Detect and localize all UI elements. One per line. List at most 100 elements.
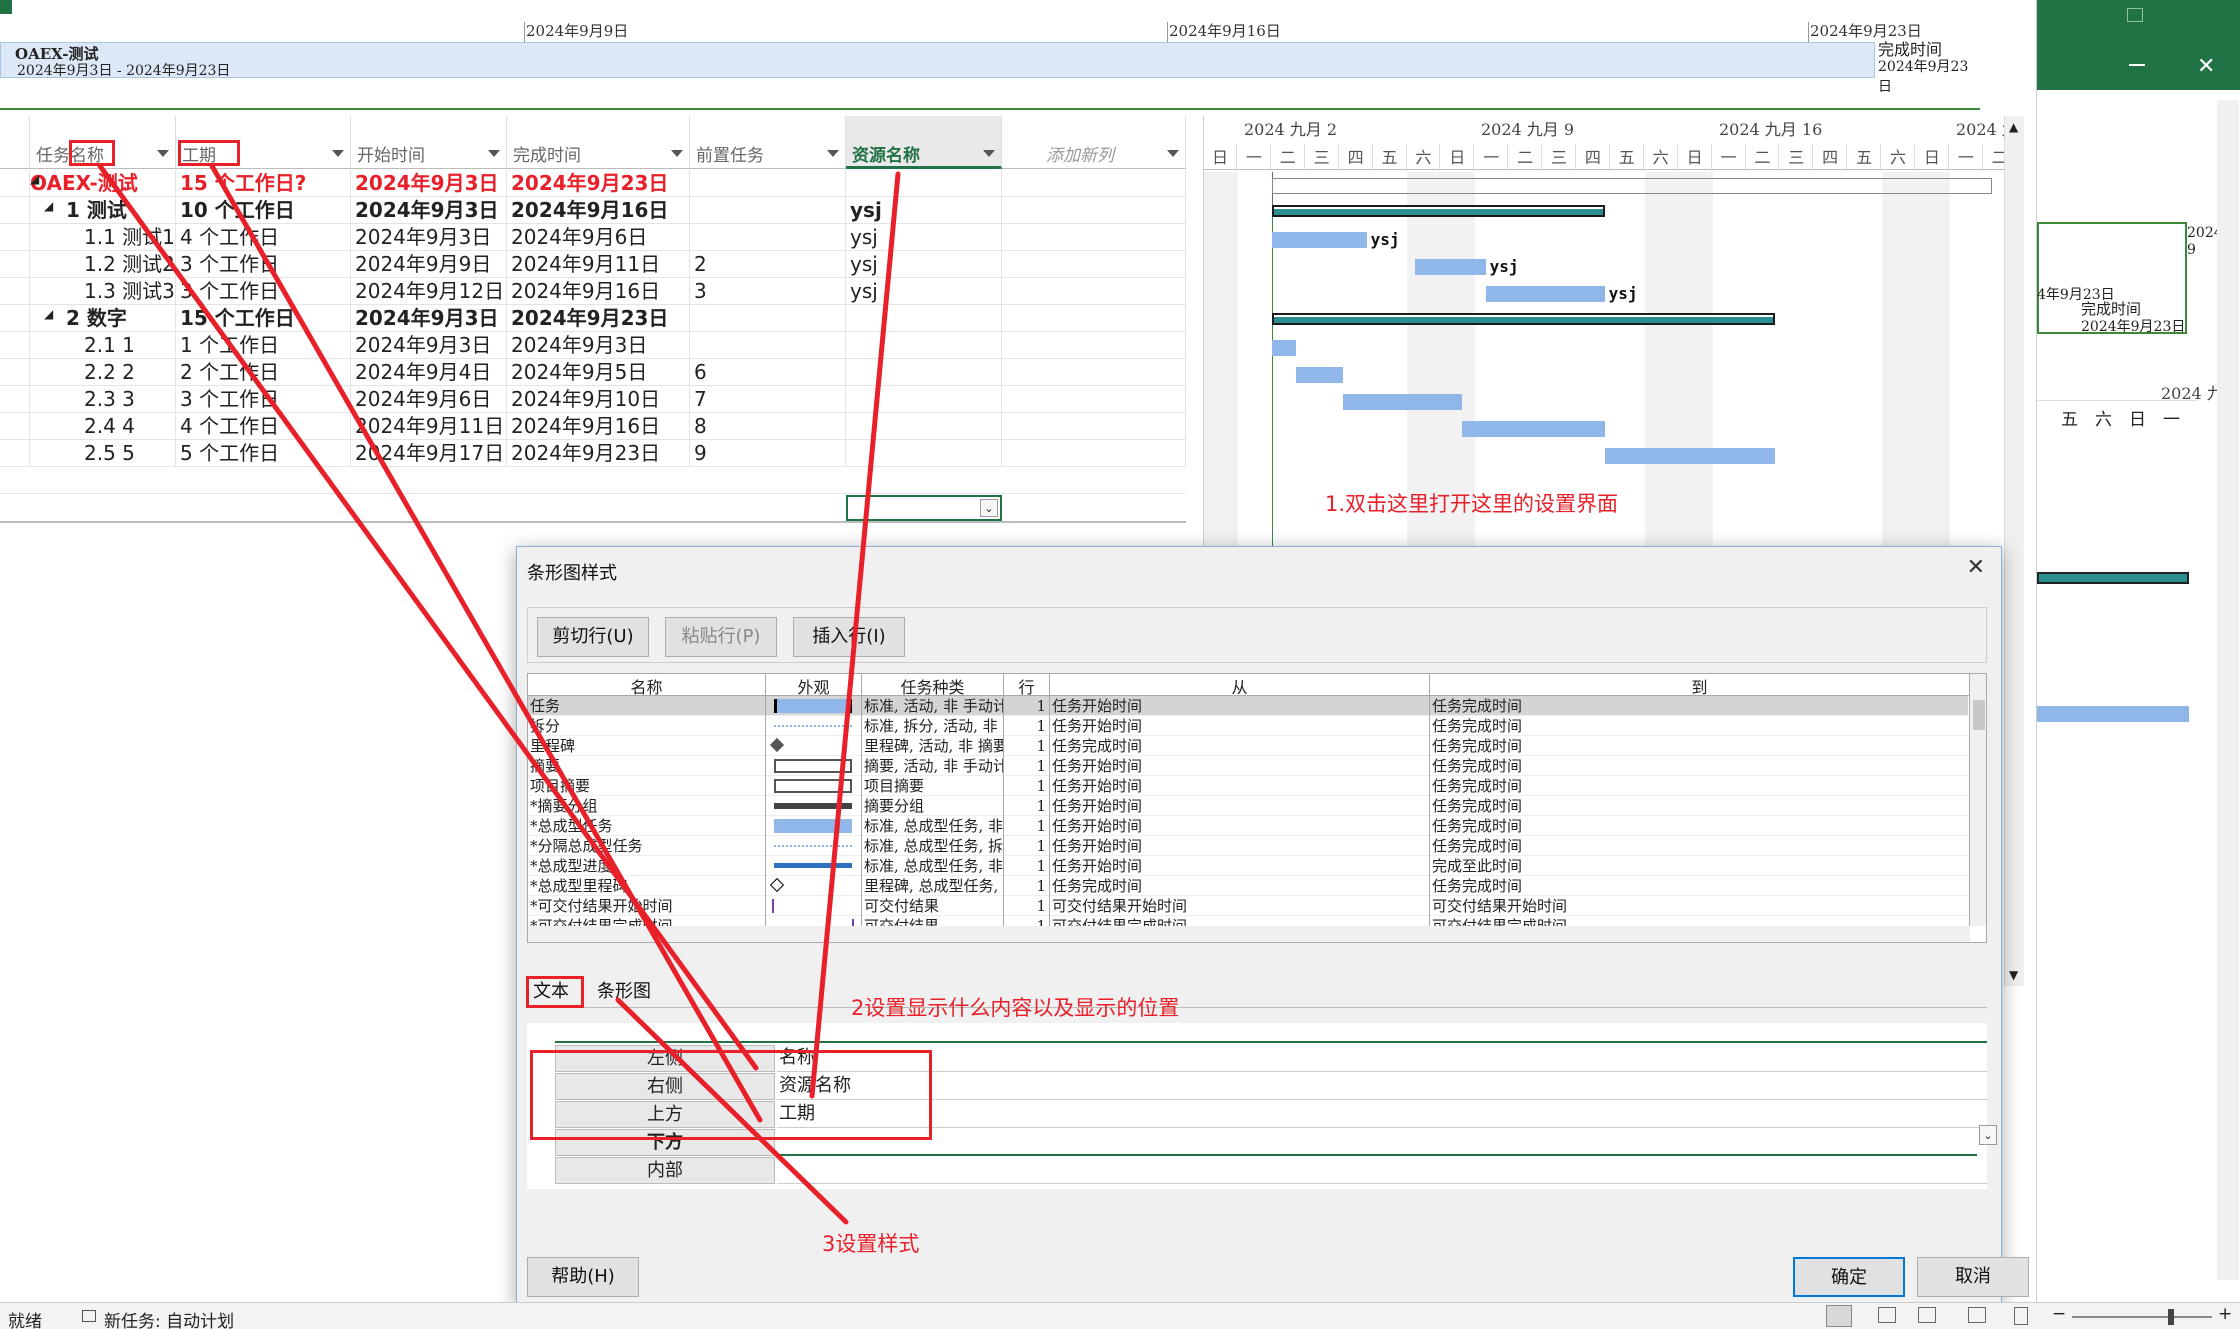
- cell-start[interactable]: 2024年9月3日: [351, 332, 507, 359]
- text-pos-value[interactable]: [777, 1129, 1977, 1156]
- bar-style-to[interactable]: 可交付结果开始时间: [1430, 896, 1970, 916]
- bar-style-appearance[interactable]: [766, 736, 862, 756]
- dropdown-arrow-icon[interactable]: [1167, 150, 1179, 157]
- cell-pred[interactable]: 8: [690, 413, 846, 440]
- bar-style-kind[interactable]: 可交付结果: [862, 896, 1004, 916]
- cell-duration[interactable]: 5 个工作日: [176, 440, 351, 467]
- bar-style-appearance[interactable]: [766, 836, 862, 856]
- col-resource[interactable]: 资源名称: [846, 116, 1002, 169]
- cell-name[interactable]: 2.4 4: [30, 413, 176, 440]
- bar-style-name[interactable]: 拆分: [528, 716, 766, 736]
- cell-name[interactable]: 1.3 测试3: [30, 278, 176, 305]
- restore-icon[interactable]: [2127, 8, 2143, 22]
- chevron-down-icon[interactable]: ⌄: [1979, 1125, 1997, 1145]
- bar-style-appearance[interactable]: [766, 756, 862, 776]
- row-header[interactable]: [0, 440, 30, 467]
- bar-style-from[interactable]: 任务开始时间: [1050, 776, 1430, 796]
- cell-finish[interactable]: 2024年9月6日: [507, 224, 690, 251]
- bar-style-kind[interactable]: 里程碑, 活动, 非 摘要分组: [862, 736, 1004, 756]
- paste-row-button[interactable]: 粘贴行(P): [665, 617, 777, 657]
- bar-style-kind[interactable]: 摘要分组: [862, 796, 1004, 816]
- bar-style-name[interactable]: *可交付结果开始时间: [528, 896, 766, 916]
- bar-style-row[interactable]: 1: [1004, 836, 1050, 856]
- bar-style-row[interactable]: *总成型进度 标准, 总成型任务, 非 摘要1任务开始时间完成至此时间: [528, 856, 1970, 876]
- cell-duration[interactable]: 15 个工作日?: [176, 170, 351, 197]
- text-pos-value[interactable]: 工期: [777, 1101, 1987, 1128]
- task-row[interactable]: 2.1 11 个工作日 2024年9月3日 2024年9月3日: [0, 332, 1186, 359]
- cell-name[interactable]: 2.2 2: [30, 359, 176, 386]
- row-header[interactable]: [0, 170, 30, 197]
- bar-style-name[interactable]: *总成型里程碑: [528, 876, 766, 896]
- text-pos-value[interactable]: 资源名称: [777, 1073, 1987, 1100]
- bar-style-name[interactable]: *总成型进度: [528, 856, 766, 876]
- bar-style-kind[interactable]: 标准, 总成型任务, 非 摘要: [862, 856, 1004, 876]
- bar-style-row[interactable]: 1: [1004, 716, 1050, 736]
- task-row[interactable]: 1.3 测试3 3 个工作日 2024年9月12日 2024年9月16日 3 ysj: [0, 278, 1186, 305]
- bar-style-row[interactable]: *摘要分组 摘要分组 1 任务开始时间 任务完成时间: [528, 796, 1970, 816]
- cell-pred[interactable]: 7: [690, 386, 846, 413]
- resource-dropdown-cell[interactable]: ⌄: [846, 495, 1002, 521]
- cell-start[interactable]: 2024年9月3日: [351, 170, 507, 197]
- cell-duration[interactable]: 4 个工作日: [176, 224, 351, 251]
- cell-finish[interactable]: 2024年9月23日: [507, 440, 690, 467]
- gantt-scrollbar[interactable]: ▲ ▼: [2004, 116, 2024, 986]
- right-scrollbar[interactable]: [2217, 100, 2239, 1280]
- cell-start[interactable]: 2024年9月12日: [351, 278, 507, 305]
- task-bar[interactable]: [1462, 421, 1606, 437]
- collapse-toggle-icon[interactable]: ◢: [44, 307, 53, 321]
- task-row[interactable]: OAEX-测试 15 个工作日? 2024年9月3日 2024年9月23日 ◢: [0, 170, 1186, 197]
- col-finish[interactable]: 完成时间: [507, 116, 690, 169]
- bar-style-row[interactable]: 1: [1004, 896, 1050, 916]
- cell-pred[interactable]: [690, 224, 846, 251]
- task-bar[interactable]: [1414, 259, 1487, 275]
- bar-style-name[interactable]: 任务: [528, 696, 766, 716]
- bar-styles-table[interactable]: 名称 外观 任务种类 行 从 到 任务标准, 活动, 非 手动计划1任务开始时间…: [527, 673, 1987, 943]
- cell-start[interactable]: 2024年9月11日: [351, 413, 507, 440]
- cell-empty[interactable]: [1002, 305, 1186, 332]
- bar-style-appearance[interactable]: [766, 716, 862, 736]
- ok-button[interactable]: 确定: [1793, 1257, 1905, 1297]
- row-header[interactable]: [0, 251, 30, 278]
- task-bar[interactable]: [1272, 340, 1296, 356]
- task-bar[interactable]: [1272, 232, 1368, 248]
- bar-style-kind[interactable]: 标准, 总成型任务, 拆分,: [862, 836, 1004, 856]
- minimize-icon[interactable]: [2129, 64, 2145, 66]
- row-header[interactable]: [0, 197, 30, 224]
- cell-duration[interactable]: 10 个工作日: [176, 197, 351, 224]
- bar-style-name[interactable]: 摘要: [528, 756, 766, 776]
- cell-name[interactable]: OAEX-测试: [30, 170, 176, 197]
- cell-finish[interactable]: 2024年9月10日: [507, 386, 690, 413]
- bar-style-row[interactable]: *分隔总成型任务 标准, 总成型任务, 拆分,1任务开始时间任务完成时间: [528, 836, 1970, 856]
- collapse-toggle-icon[interactable]: ◢: [30, 172, 39, 186]
- cell-pred[interactable]: [690, 197, 846, 224]
- bar-style-row[interactable]: 1: [1004, 876, 1050, 896]
- row-header[interactable]: [0, 278, 30, 305]
- task-row[interactable]: 2.5 55 个工作日 2024年9月17日 2024年9月23日 9: [0, 440, 1186, 467]
- bar-style-from[interactable]: 任务开始时间: [1050, 716, 1430, 736]
- bar-style-from[interactable]: 任务开始时间: [1050, 816, 1430, 836]
- cell-res[interactable]: [846, 386, 1002, 413]
- collapse-toggle-icon[interactable]: ◢: [44, 199, 53, 213]
- cell-start[interactable]: 2024年9月17日: [351, 440, 507, 467]
- bar-style-appearance[interactable]: [766, 856, 862, 876]
- bar-style-appearance[interactable]: [766, 776, 862, 796]
- bar-style-row[interactable]: *总成型里程碑里程碑, 总成型任务, 非 摘1任务完成时间任务完成时间: [528, 876, 1970, 896]
- bar-style-to[interactable]: 任务完成时间: [1430, 736, 1970, 756]
- bar-style-from[interactable]: 任务开始时间: [1050, 856, 1430, 876]
- bar-style-kind[interactable]: 里程碑, 总成型任务, 非 摘: [862, 876, 1004, 896]
- col-add-new[interactable]: 添加新列: [1002, 116, 1186, 169]
- bar-style-row[interactable]: 1: [1004, 696, 1050, 716]
- cell-duration[interactable]: 15 个工作日: [176, 305, 351, 332]
- dropdown-arrow-icon[interactable]: [827, 150, 839, 157]
- bar-style-name[interactable]: *分隔总成型任务: [528, 836, 766, 856]
- cell-start[interactable]: 2024年9月3日: [351, 197, 507, 224]
- bar-style-from[interactable]: 任务开始时间: [1050, 696, 1430, 716]
- cell-name[interactable]: 2.5 5: [30, 440, 176, 467]
- cell-empty[interactable]: [1002, 278, 1186, 305]
- cell-pred[interactable]: 3: [690, 278, 846, 305]
- cell-duration[interactable]: 3 个工作日: [176, 278, 351, 305]
- cell-res[interactable]: ysj: [846, 224, 1002, 251]
- bar-style-to[interactable]: 任务完成时间: [1430, 696, 1970, 716]
- cell-empty[interactable]: [1002, 386, 1186, 413]
- cell-res[interactable]: [846, 359, 1002, 386]
